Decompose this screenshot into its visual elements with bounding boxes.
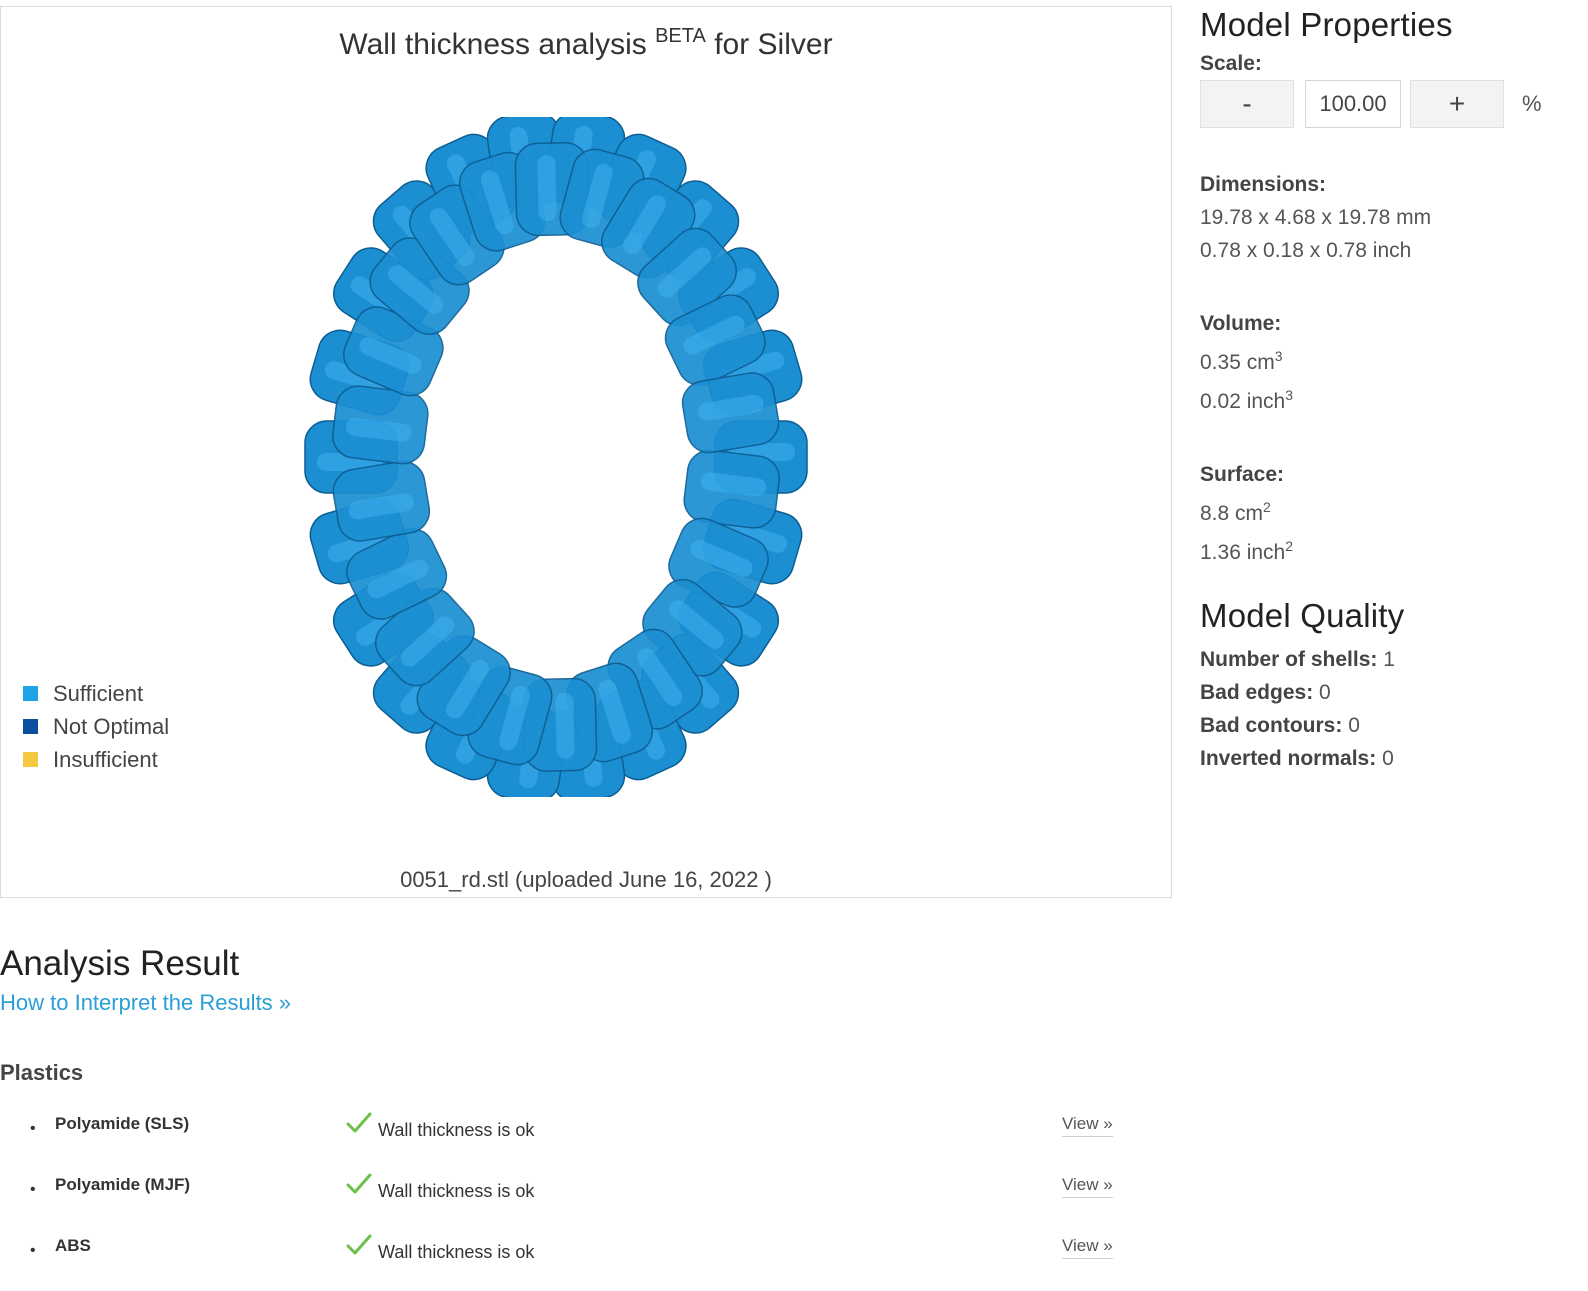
status-text: Wall thickness is ok: [378, 1242, 535, 1262]
quality-row-shells: Number of shells: 1: [1200, 643, 1580, 676]
dimensions-mm: 19.78 x 4.68 x 19.78 mm: [1200, 206, 1432, 229]
view-result-link[interactable]: View »: [1062, 1114, 1113, 1137]
analysis-heading: Analysis Result: [0, 944, 240, 983]
scale-stepper: - + %: [1200, 80, 1580, 128]
surface-inch: 1.36 inch2: [1200, 530, 1580, 569]
material-name: ABS: [55, 1236, 91, 1255]
dimensions-block: Dimensions: 19.78 x 4.68 x 19.78 mm 0.78…: [1200, 168, 1580, 267]
volume-cm-value: 0.35 cm: [1200, 351, 1275, 374]
interpret-results-link[interactable]: How to Interpret the Results »: [0, 990, 1130, 1016]
scale-increase-button[interactable]: +: [1410, 80, 1504, 128]
quality-row-inverted-normals: Inverted normals: 0: [1200, 742, 1580, 775]
model-quality-heading: Model Quality: [1200, 597, 1405, 634]
quality-row-bad-contours: Bad contours: 0: [1200, 709, 1580, 742]
volume-label: Volume:: [1200, 312, 1282, 335]
volume-inch: 0.02 inch3: [1200, 379, 1580, 418]
result-list: • Polyamide (SLS) Wall thickness is ok V…: [0, 1104, 1130, 1287]
viewer-title-suffix: for Silver: [714, 28, 833, 61]
legend-item-sufficient: Sufficient: [23, 677, 169, 710]
quality-row-bad-edges: Bad edges: 0: [1200, 676, 1580, 709]
scale-input[interactable]: [1305, 80, 1401, 128]
status-text: Wall thickness is ok: [378, 1181, 535, 1201]
dimensions-inch: 0.78 x 0.18 x 0.78 inch: [1200, 239, 1412, 262]
material-name: Polyamide (SLS): [55, 1114, 190, 1133]
checkmark-icon: [346, 1234, 372, 1255]
checkmark-icon: [346, 1112, 372, 1133]
checkmark-icon: [346, 1173, 372, 1194]
bullet-icon: •: [30, 1181, 36, 1198]
legend-swatch-sufficient: [23, 686, 38, 701]
ring-segments: [304, 117, 808, 797]
bullet-icon: •: [30, 1120, 36, 1137]
ring-segment-highlight: [555, 692, 575, 759]
file-caption: 0051_rd.stl (uploaded June 16, 2022 ): [400, 867, 772, 892]
result-row: • Polyamide (MJF) Wall thickness is ok V…: [0, 1165, 1130, 1226]
thickness-legend: Sufficient Not Optimal Insufficient: [23, 677, 169, 776]
result-row: • Polyamide (SLS) Wall thickness is ok V…: [0, 1104, 1130, 1165]
properties-panel: Model Properties Scale: - + % Dimensions…: [1200, 6, 1580, 775]
ring-model-render[interactable]: [291, 117, 851, 797]
legend-label-insufficient: Insufficient: [53, 746, 158, 772]
quality-label: Bad edges:: [1200, 681, 1314, 704]
status-text: Wall thickness is ok: [378, 1120, 535, 1140]
legend-swatch-insufficient: [23, 752, 38, 767]
legend-swatch-not-optimal: [23, 719, 38, 734]
scale-decrease-button[interactable]: -: [1200, 80, 1294, 128]
ring-segment-highlight: [537, 155, 557, 222]
quality-list: Number of shells: 1 Bad edges: 0 Bad con…: [1200, 643, 1580, 775]
model-viewer[interactable]: Wall thickness analysis BETA for Silver …: [0, 6, 1172, 898]
viewer-title: Wall thickness analysis BETA for Silver: [1, 25, 1171, 62]
dimensions-label: Dimensions:: [1200, 173, 1327, 196]
analysis-section: Analysis Result How to Interpret the Res…: [0, 944, 1130, 1287]
quality-value: 1: [1383, 648, 1395, 671]
surface-cm: 8.8 cm2: [1200, 491, 1580, 530]
surface-cm-value: 8.8 cm: [1200, 502, 1264, 525]
scale-unit: %: [1522, 91, 1542, 116]
beta-badge: BETA: [655, 25, 706, 47]
legend-label-sufficient: Sufficient: [53, 680, 144, 706]
scale-label: Scale:: [1200, 52, 1262, 75]
legend-item-not-optimal: Not Optimal: [23, 710, 169, 743]
surface-label: Surface:: [1200, 463, 1285, 486]
volume-inch-exponent: 3: [1285, 387, 1294, 403]
quality-value: 0: [1382, 747, 1394, 770]
quality-label: Inverted normals:: [1200, 747, 1377, 770]
view-result-link[interactable]: View »: [1062, 1175, 1113, 1198]
surface-inch-value: 1.36 inch: [1200, 541, 1286, 564]
volume-block: Volume: 0.35 cm3 0.02 inch3: [1200, 307, 1580, 418]
viewer-title-main: Wall thickness analysis: [339, 28, 647, 61]
group-title-plastics: Plastics: [0, 1060, 84, 1085]
quality-value: 0: [1348, 714, 1360, 737]
result-row: • ABS Wall thickness is ok View »: [0, 1226, 1130, 1287]
quality-value: 0: [1319, 681, 1331, 704]
view-result-link[interactable]: View »: [1062, 1236, 1113, 1259]
surface-inch-exponent: 2: [1285, 538, 1294, 554]
volume-inch-value: 0.02 inch: [1200, 390, 1286, 413]
quality-label: Bad contours:: [1200, 714, 1343, 737]
surface-block: Surface: 8.8 cm2 1.36 inch2: [1200, 458, 1580, 569]
material-name: Polyamide (MJF): [55, 1175, 191, 1194]
volume-cm-exponent: 3: [1274, 348, 1283, 364]
model-properties-heading: Model Properties: [1200, 6, 1453, 43]
volume-cm: 0.35 cm3: [1200, 340, 1580, 379]
surface-cm-exponent: 2: [1263, 499, 1271, 515]
quality-label: Number of shells:: [1200, 648, 1378, 671]
bullet-icon: •: [30, 1242, 36, 1259]
legend-label-not-optimal: Not Optimal: [53, 713, 170, 739]
legend-item-insufficient: Insufficient: [23, 743, 169, 776]
